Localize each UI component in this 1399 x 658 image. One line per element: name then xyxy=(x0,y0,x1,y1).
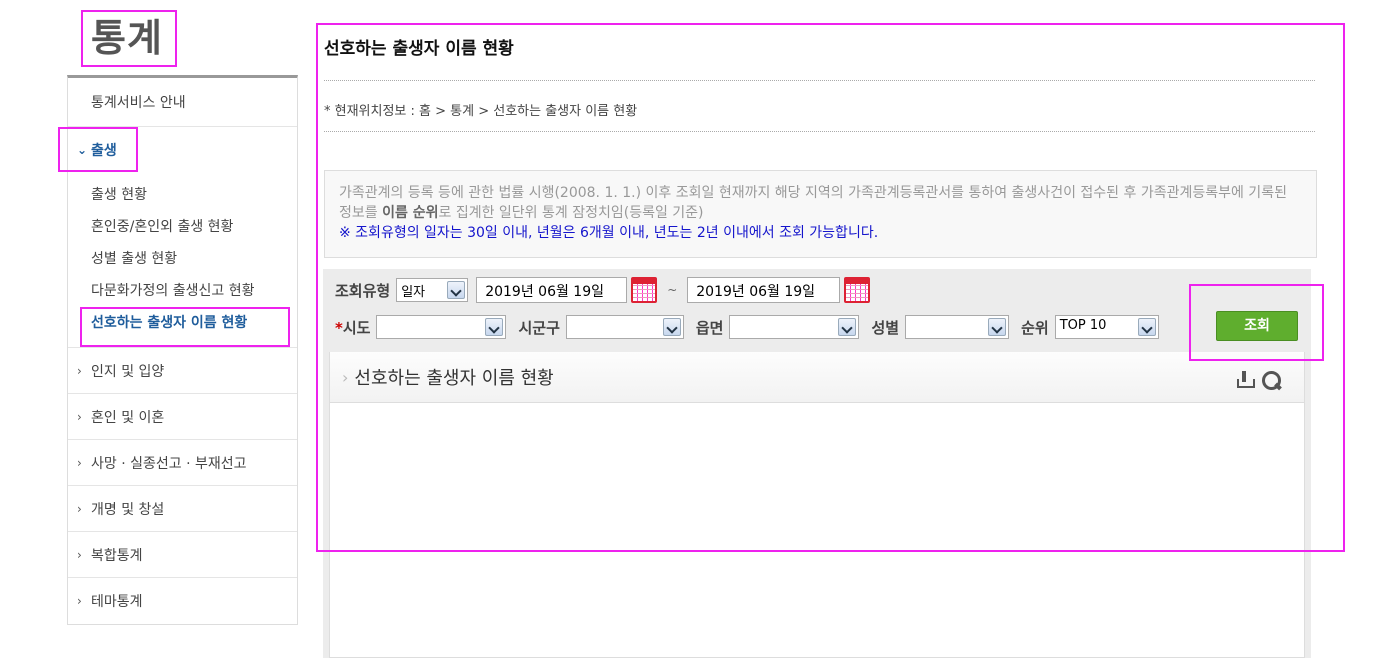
notice-box: 가족관계의 등록 등에 관한 법률 시행(2008. 1. 1.) 이후 조회일… xyxy=(324,170,1317,258)
chevron-right-icon: › xyxy=(77,363,82,378)
breadcrumb: * 현재위치정보 : 홈 > 통계 > 선호하는 출생자 이름 현황 xyxy=(324,104,638,119)
sidebar-item-label: 테마통계 xyxy=(91,594,143,610)
sidebar-item-birth[interactable]: ⌄ 출생 xyxy=(68,127,297,173)
chevron-down-icon: ⌄ xyxy=(77,143,88,157)
sidebar-submenu: 출생 현황 혼인중/혼인외 출생 현황 성별 출생 현황 다문화가정의 출생신고… xyxy=(68,173,297,348)
sidebar-item-label: 복합통계 xyxy=(91,547,143,564)
sidebar-subitem-current[interactable]: 선호하는 출생자 이름 현황 xyxy=(91,307,297,339)
search-form: 조회유형 일자 2019년 06월 19일 ~ 2019년 06월 19일 *시… xyxy=(323,269,1311,353)
type-label: 조회유형 xyxy=(335,281,391,300)
sidebar-item-label: 출생 xyxy=(91,143,117,159)
dropdown-arrow-icon xyxy=(447,281,466,299)
search-button[interactable]: 조회 xyxy=(1216,311,1298,341)
gender-label: 성별 xyxy=(871,318,900,337)
sidebar-subitem[interactable]: 다문화가정의 출생신고 현황 xyxy=(91,275,297,307)
sigungu-label: 시군구 xyxy=(518,318,560,337)
sidebar-item-service-guide[interactable]: 통계서비스 안내 xyxy=(68,78,297,127)
dropdown-arrow-icon xyxy=(662,318,681,336)
sidebar-item-theme[interactable]: › 테마통계 xyxy=(68,578,297,624)
rank-label: 순위 xyxy=(1021,318,1049,337)
sidebar-item-label: 혼인 및 이혼 xyxy=(91,409,165,426)
sidebar-subitem[interactable]: 성별 출생 현황 xyxy=(91,243,297,275)
required-mark: * xyxy=(335,318,343,337)
dropdown-arrow-icon xyxy=(1137,318,1156,336)
chevron-right-icon: › xyxy=(342,367,349,387)
sidebar-item-marriage[interactable]: › 혼인 및 이혼 xyxy=(68,394,297,440)
chevron-right-icon: › xyxy=(77,594,82,608)
eupmyeon-label: 읍면 xyxy=(695,318,724,337)
eupmyeon-select[interactable] xyxy=(729,315,860,339)
panel-title: 선호하는 출생자 이름 현황 xyxy=(354,368,554,389)
result-panel: › 선호하는 출생자 이름 현황 xyxy=(323,352,1311,658)
download-icon[interactable] xyxy=(1235,370,1255,390)
sidebar-item-death[interactable]: › 사망 · 실종선고 · 부재선고 xyxy=(68,440,297,486)
sido-select[interactable] xyxy=(376,315,507,339)
calendar-icon[interactable] xyxy=(631,277,658,303)
rank-select[interactable]: TOP 10 xyxy=(1054,315,1159,339)
divider xyxy=(324,131,1315,132)
sido-label: 시도 xyxy=(342,318,371,337)
sidebar-item-label: 개명 및 창설 xyxy=(91,501,165,518)
sidebar-item-rename[interactable]: › 개명 및 창설 xyxy=(68,486,297,532)
sidebar-subitem[interactable]: 출생 현황 xyxy=(91,179,297,211)
sidebar-item-label: 통계서비스 안내 xyxy=(91,95,186,111)
date-to-input[interactable]: 2019년 06월 19일 xyxy=(687,277,841,303)
sidebar-subitem[interactable]: 혼인중/혼인외 출생 현황 xyxy=(91,211,297,243)
notice-note: ※ 조회유형의 일자는 30일 이내, 년월은 6개월 이내, 년도는 2년 이… xyxy=(339,225,879,241)
sidebar-item-recognition[interactable]: › 인지 및 입양 xyxy=(68,348,297,394)
gender-select[interactable] xyxy=(905,315,1010,339)
chevron-right-icon: › xyxy=(77,409,82,424)
sidebar: 통계서비스 안내 ⌄ 출생 출생 현황 혼인중/혼인외 출생 현황 성별 출생 … xyxy=(67,75,298,625)
type-select[interactable]: 일자 xyxy=(396,278,469,302)
rank-select-value: TOP 10 xyxy=(1059,318,1107,333)
type-select-value: 일자 xyxy=(401,285,426,300)
brand-title: 통계 xyxy=(91,16,163,60)
zoom-icon[interactable] xyxy=(1261,370,1281,390)
sigungu-select[interactable] xyxy=(565,315,684,339)
chevron-right-icon: › xyxy=(77,501,82,516)
dropdown-arrow-icon xyxy=(988,318,1007,336)
dropdown-arrow-icon xyxy=(838,318,857,336)
sidebar-item-label: 사망 · 실종선고 · 부재선고 xyxy=(91,455,247,472)
page-title: 선호하는 출생자 이름 현황 xyxy=(324,39,514,59)
sidebar-item-label: 인지 및 입양 xyxy=(91,363,165,380)
sidebar-item-combined[interactable]: › 복합통계 xyxy=(68,532,297,578)
date-separator: ~ xyxy=(667,283,678,297)
calendar-icon[interactable] xyxy=(844,277,871,303)
chevron-right-icon: › xyxy=(77,547,82,562)
notice-text: 로 집계한 일단위 통계 잠정치임(등록일 기준) xyxy=(438,205,704,221)
chevron-right-icon: › xyxy=(77,455,82,470)
dropdown-arrow-icon xyxy=(485,318,504,336)
notice-bold: 이름 순위 xyxy=(382,205,439,221)
panel-header: › 선호하는 출생자 이름 현황 xyxy=(330,352,1304,403)
panel-tools xyxy=(1235,370,1281,390)
divider xyxy=(324,80,1315,81)
date-from-input[interactable]: 2019년 06월 19일 xyxy=(476,277,628,303)
